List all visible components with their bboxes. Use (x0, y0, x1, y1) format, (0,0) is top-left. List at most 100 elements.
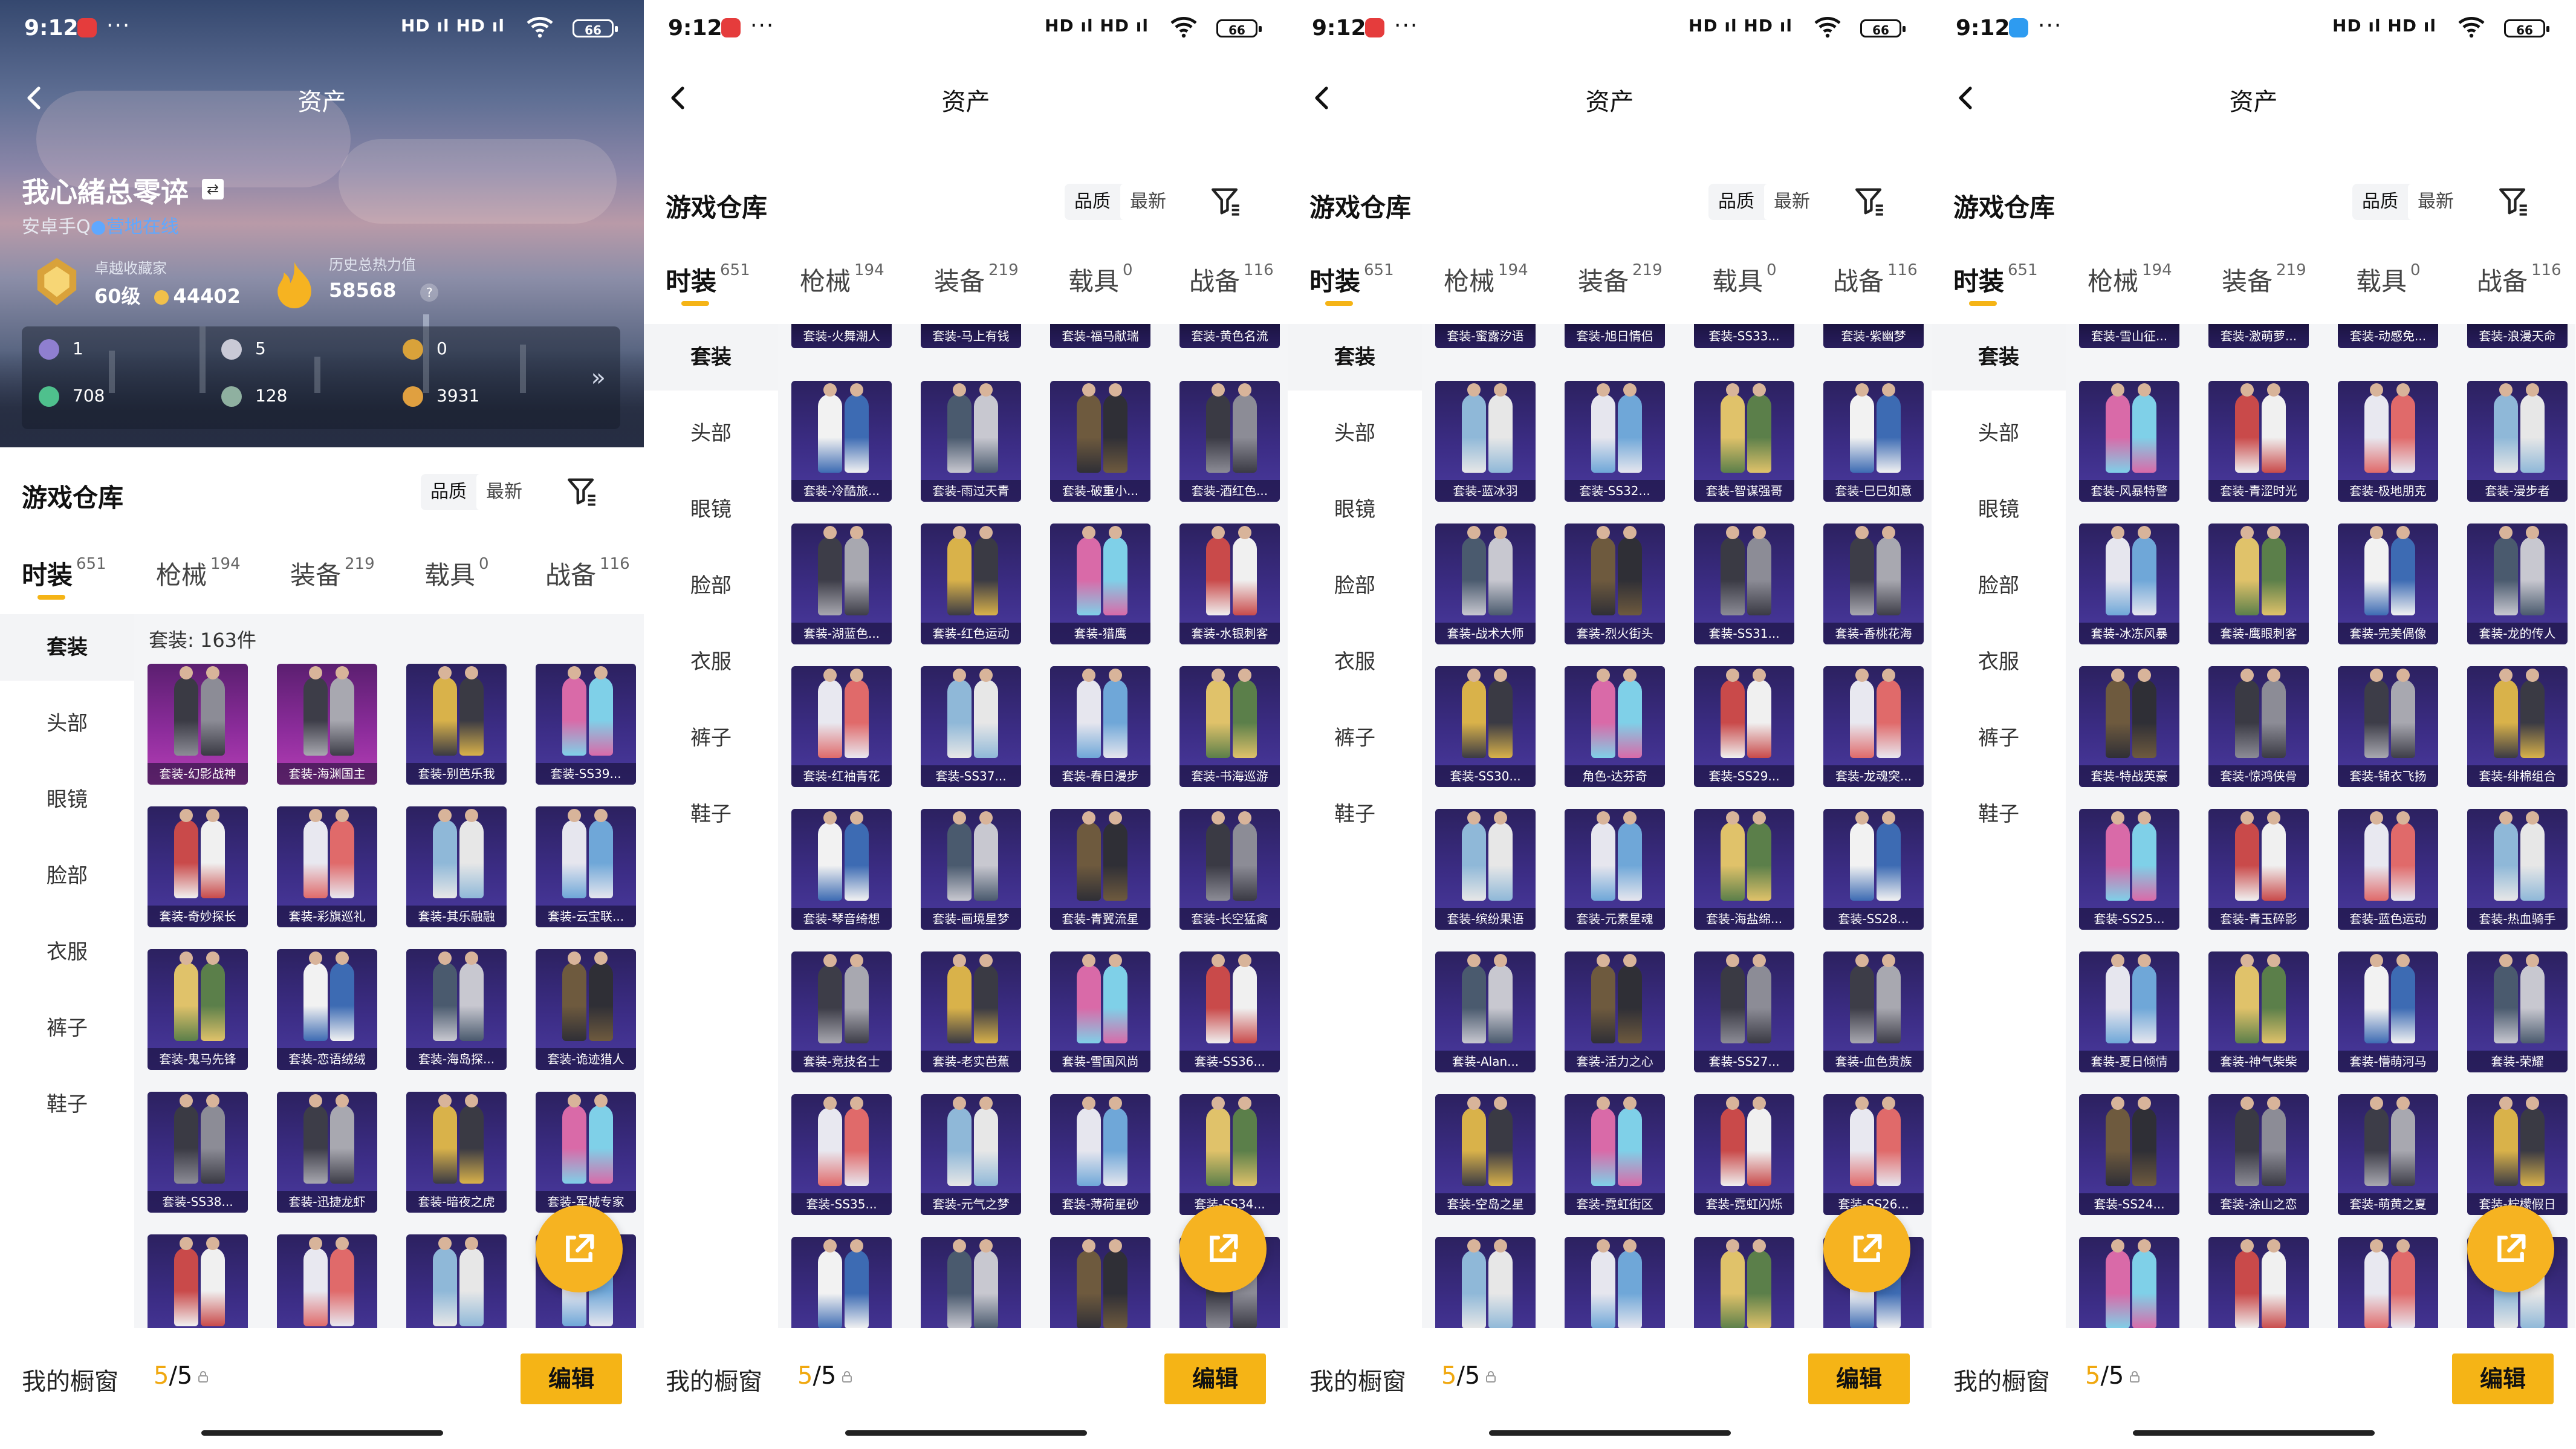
item-card[interactable]: 套装-惊鸿侠骨 (2208, 666, 2309, 787)
tab-1[interactable]: 枪械 194 (156, 555, 241, 592)
item-card[interactable]: 套装-蜜露汐语 (1435, 324, 1536, 348)
item-card[interactable]: 套装-青翼流星 (1050, 809, 1150, 930)
item-card[interactable]: 套装-海岛探... (406, 949, 507, 1070)
item-card[interactable]: 套装-柠檬假日 (2467, 1094, 2568, 1215)
item-card[interactable]: 套装-鹰眼刺客 (2208, 524, 2309, 644)
tab-3[interactable]: 载具 0 (1712, 261, 1777, 298)
sidebar-item[interactable]: 脸部 (0, 843, 134, 909)
item-card[interactable]: 套装-彩旗巡礼 (277, 806, 377, 927)
sidebar-item[interactable]: 衣服 (1932, 629, 2066, 695)
sort-latest-option[interactable]: 最新 (1764, 184, 1820, 220)
sidebar-item[interactable]: 鞋子 (1288, 781, 1422, 848)
item-card[interactable]: 套装-幻影战神 (148, 664, 248, 785)
item-card[interactable]: 套装-书海巡游 (1179, 666, 1280, 787)
edit-button[interactable]: 编辑 (521, 1353, 622, 1404)
item-card[interactable]: 套装-破重小... (1050, 381, 1150, 502)
item-card[interactable]: 套装-Alan... (1435, 951, 1536, 1072)
item-card[interactable]: 套装-雪国风尚 (1050, 951, 1150, 1072)
item-card[interactable]: 套装-福马献瑞 (1050, 324, 1150, 348)
item-card[interactable]: 套装-薄荷星砂 (1050, 1094, 1150, 1215)
tab-3[interactable]: 载具 0 (2356, 261, 2421, 298)
item-card[interactable]: 套装-SS32... (1565, 381, 1665, 502)
item-card[interactable]: 套装-热血骑手 (2467, 809, 2568, 930)
item-card[interactable]: 套装-红袖青花 (791, 666, 892, 787)
item-card[interactable]: 套装-SS35... (791, 1094, 892, 1215)
item-card[interactable]: 角色-达芬奇 (1565, 666, 1665, 787)
swap-icon[interactable]: ⇄ (202, 179, 224, 199)
sidebar-item[interactable]: 鞋子 (1932, 781, 2066, 848)
item-card[interactable]: 套装-暗夜之虎 (406, 1092, 507, 1213)
sort-latest-option[interactable]: 最新 (1120, 184, 1176, 220)
item-card[interactable]: 套装-青涩时光 (2208, 381, 2309, 502)
item-card[interactable]: 套装-极地朋克 (2338, 381, 2438, 502)
item-card[interactable]: 套装-猎鹰 (1050, 524, 1150, 644)
item-card[interactable]: 套装-画境星梦 (921, 809, 1021, 930)
sidebar-item[interactable]: 衣服 (1288, 629, 1422, 695)
item-card[interactable]: 套装-马上有钱 (921, 324, 1021, 348)
item-card[interactable]: 套装-SS38... (148, 1092, 248, 1213)
item-card[interactable]: 套装-鬼马先锋 (148, 949, 248, 1070)
item-card[interactable]: 套装-夏日倾情 (2079, 951, 2179, 1072)
item-card[interactable]: 套装-别芭乐我 (406, 664, 507, 785)
item-card[interactable]: 套装-SS33... (1694, 324, 1794, 348)
sort-latest-option[interactable]: 最新 (2408, 184, 2464, 220)
sidebar-item[interactable]: 套装 (644, 324, 778, 391)
item-card[interactable]: 套装-海盐绵... (1694, 809, 1794, 930)
item-card[interactable]: 套装-特战英豪 (2079, 666, 2179, 787)
tab-0[interactable]: 时装 651 (1309, 261, 1394, 306)
item-card[interactable]: 套装-旭日情侣 (1565, 324, 1665, 348)
item-card[interactable]: 套装-SS30... (1435, 666, 1536, 787)
item-card[interactable]: 套装-锦衣飞扬 (2338, 666, 2438, 787)
item-card[interactable]: 套装-萌黄之夏 (2338, 1094, 2438, 1215)
sidebar-item[interactable]: 套装 (1288, 324, 1422, 391)
sidebar-item[interactable]: 衣服 (644, 629, 778, 695)
filter-icon[interactable] (2496, 184, 2531, 219)
item-card[interactable]: 套装-湖蓝色... (791, 524, 892, 644)
item-card[interactable]: 套装-军械专家 (536, 1092, 636, 1213)
item-card[interactable]: 套装-SS36... (1179, 951, 1280, 1072)
tab-1[interactable]: 枪械 194 (1444, 261, 1528, 298)
tab-4[interactable]: 战备 116 (545, 555, 630, 592)
item-card[interactable]: 套装-SS29... (1694, 666, 1794, 787)
sidebar-item[interactable]: 头部 (0, 690, 134, 757)
sidebar-item[interactable]: 眼镜 (0, 767, 134, 833)
sidebar-item[interactable]: 眼镜 (1932, 476, 2066, 543)
sidebar-item[interactable]: 脸部 (644, 553, 778, 619)
sidebar-item[interactable]: 裤子 (644, 705, 778, 771)
tab-2[interactable]: 装备 219 (2222, 261, 2306, 298)
item-card[interactable]: 套装-雪山征... (2079, 324, 2179, 348)
item-card[interactable]: 套装-完美偶像 (2338, 524, 2438, 644)
item-card[interactable]: 套装-恋语绒绒 (277, 949, 377, 1070)
sort-toggle[interactable]: 品质 最新 (1065, 184, 1176, 220)
edit-button[interactable]: 编辑 (2452, 1353, 2554, 1404)
item-card[interactable]: 套装-元素星魂 (1565, 809, 1665, 930)
edit-button[interactable]: 编辑 (1808, 1353, 1910, 1404)
item-card[interactable]: 套装-浪漫天命 (2467, 324, 2568, 348)
item-card[interactable]: 套装-战术大师 (1435, 524, 1536, 644)
item-card[interactable]: 套装-奇妙探长 (148, 806, 248, 927)
sort-quality-option[interactable]: 品质 (1708, 184, 1764, 220)
item-card[interactable]: 套装-SS28... (1823, 809, 1924, 930)
sidebar-item[interactable]: 眼镜 (644, 476, 778, 543)
tab-0[interactable]: 时装 651 (666, 261, 750, 306)
item-card[interactable]: 套装-青玉碎影 (2208, 809, 2309, 930)
sort-toggle[interactable]: 品质 最新 (421, 474, 532, 510)
item-card[interactable]: 套装-老实芭蕉 (921, 951, 1021, 1072)
sort-quality-option[interactable]: 品质 (421, 474, 476, 510)
item-card[interactable]: 套装-红色运动 (921, 524, 1021, 644)
item-card[interactable]: 套装-SS37... (921, 666, 1021, 787)
item-card[interactable]: 套装-激萌萝... (2208, 324, 2309, 348)
filter-icon[interactable] (1209, 184, 1244, 219)
item-card[interactable]: 套装-SS25... (2079, 809, 2179, 930)
tab-3[interactable]: 载具 0 (424, 555, 489, 592)
sidebar-item[interactable]: 裤子 (0, 995, 134, 1062)
item-card[interactable]: 套装-蓝冰羽 (1435, 381, 1536, 502)
sidebar-item[interactable]: 头部 (644, 400, 778, 467)
item-card[interactable]: 套装-酒红色... (1179, 381, 1280, 502)
item-card[interactable]: 套装-香桃花海 (1823, 524, 1924, 644)
share-button[interactable] (1823, 1205, 1910, 1292)
item-card[interactable]: 套装-荣耀 (2467, 951, 2568, 1072)
item-card[interactable]: 套装-火舞潮人 (791, 324, 892, 348)
item-card[interactable]: 套装-水银刺客 (1179, 524, 1280, 644)
item-card[interactable]: 套装-黄色名流 (1179, 324, 1280, 348)
